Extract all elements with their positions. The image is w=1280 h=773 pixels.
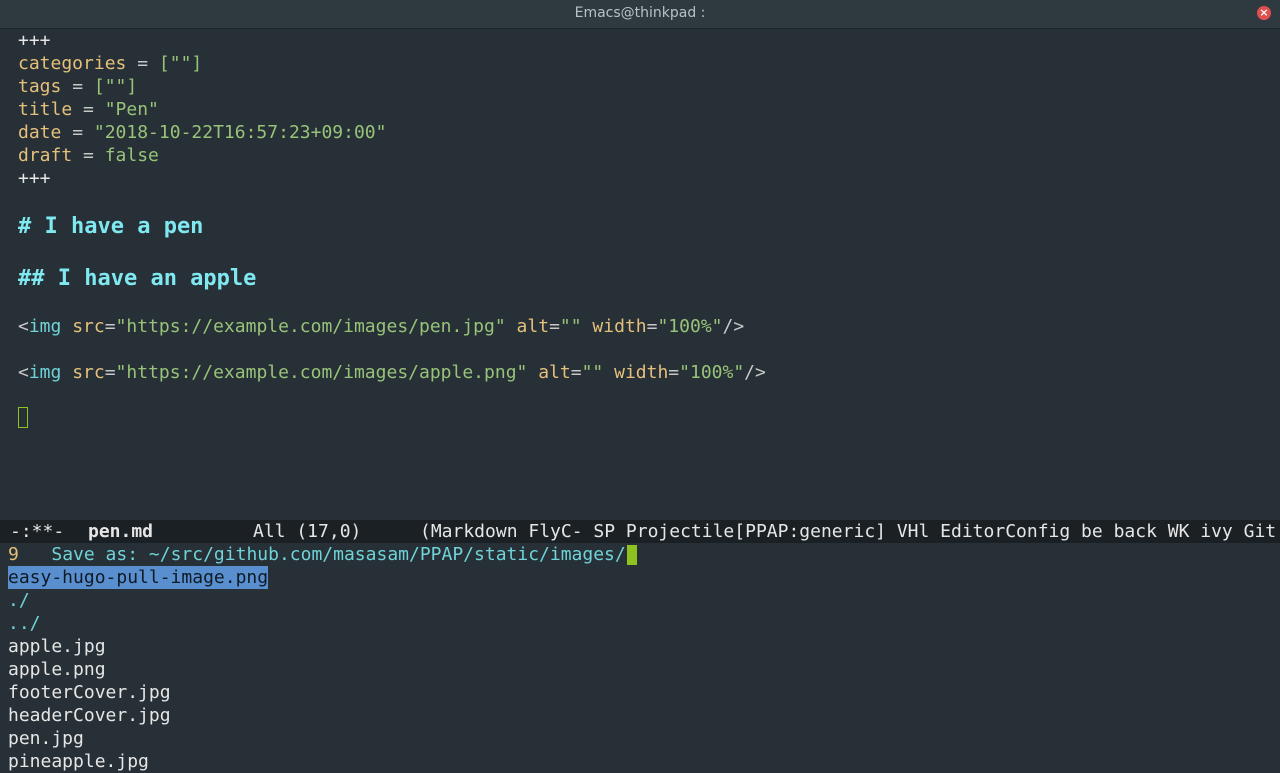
attr-name: alt bbox=[505, 316, 550, 337]
front-matter-key: categories bbox=[18, 53, 127, 74]
attr-name: alt bbox=[527, 362, 571, 383]
attr-eq: = bbox=[570, 362, 582, 383]
buffer-status: -:**- bbox=[10, 521, 65, 542]
text-cursor bbox=[18, 407, 28, 428]
markdown-heading-2: ## I have an apple bbox=[18, 266, 257, 291]
attr-eq: = bbox=[104, 362, 116, 383]
front-matter-line: tags = [""] bbox=[18, 75, 137, 98]
front-matter-key: title bbox=[18, 99, 73, 120]
completion-candidate-dir[interactable]: ./ bbox=[8, 589, 30, 612]
completion-candidate[interactable]: pineapple.jpg bbox=[8, 750, 149, 773]
front-matter-key: tags bbox=[18, 76, 62, 97]
front-matter-value: "Pen" bbox=[104, 99, 159, 120]
tag-close: /> bbox=[744, 362, 766, 383]
front-matter-value: false bbox=[104, 145, 159, 166]
minibuffer-prompt: Save as: bbox=[51, 544, 149, 565]
attr-eq: = bbox=[549, 316, 560, 337]
completion-candidate-dir[interactable]: ../ bbox=[8, 612, 41, 635]
tag-close: /> bbox=[722, 316, 745, 337]
front-matter-op: = bbox=[126, 53, 159, 74]
front-matter-key: date bbox=[18, 122, 62, 143]
mode-line[interactable]: -:**- pen.md All (17,0) (Markdown FlyC- … bbox=[0, 520, 1280, 543]
front-matter-key: draft bbox=[18, 145, 73, 166]
minibuffer[interactable]: 9 Save as: ~/src/github.com/masasam/PPAP… bbox=[8, 543, 1272, 566]
attr-eq: = bbox=[646, 316, 658, 337]
attr-value: "100%" bbox=[679, 362, 745, 383]
attr-value: "https://example.com/images/pen.jpg" bbox=[115, 316, 506, 337]
active-modes[interactable]: (Markdown FlyC- SP Projectile[PPAP:gener… bbox=[420, 520, 1276, 543]
front-matter-line: title = "Pen" bbox=[18, 98, 159, 121]
window-title: Emacs@thinkpad : bbox=[574, 5, 706, 21]
attr-eq: = bbox=[104, 316, 116, 337]
close-icon[interactable]: × bbox=[1257, 6, 1271, 20]
front-matter-line: date = "2018-10-22T16:57:23+09:00" bbox=[18, 121, 386, 144]
minibuffer-cursor bbox=[626, 545, 637, 565]
attr-name: width bbox=[603, 362, 669, 383]
tag-open: < bbox=[18, 316, 29, 337]
attr-value: "" bbox=[559, 316, 582, 337]
front-matter-op: = bbox=[61, 76, 94, 97]
attr-eq: = bbox=[668, 362, 680, 383]
completion-candidate[interactable]: pen.jpg bbox=[8, 727, 84, 750]
markdown-heading-1: # I have a pen bbox=[18, 214, 204, 239]
attr-name: src bbox=[61, 316, 105, 337]
front-matter-delimiter: +++ bbox=[18, 30, 51, 51]
front-matter-op: = bbox=[61, 122, 94, 143]
buffer-position: All (17,0) bbox=[253, 521, 362, 542]
title-bar[interactable]: Emacs@thinkpad : × bbox=[0, 0, 1280, 29]
front-matter-line: categories = [""] bbox=[18, 52, 202, 75]
front-matter-value: "2018-10-22T16:57:23+09:00" bbox=[93, 122, 387, 143]
front-matter-value: [""] bbox=[158, 53, 203, 74]
completion-candidate[interactable]: apple.png bbox=[8, 658, 106, 681]
completion-candidate[interactable]: footerCover.jpg bbox=[8, 681, 171, 704]
front-matter-value: [""] bbox=[93, 76, 138, 97]
front-matter-delimiter: +++ bbox=[18, 168, 51, 189]
front-matter-line: draft = false bbox=[18, 144, 159, 167]
attr-value: "100%" bbox=[657, 316, 723, 337]
completion-candidate[interactable]: headerCover.jpg bbox=[8, 704, 171, 727]
candidate-count: 9 bbox=[8, 544, 19, 565]
attr-value: "" bbox=[581, 362, 604, 383]
img-tag-line: <img src="https://example.com/images/app… bbox=[18, 361, 766, 384]
completion-candidate-selected[interactable]: easy-hugo-pull-image.png bbox=[8, 566, 269, 589]
emacs-window: Emacs@thinkpad : × +++ categories = [""]… bbox=[0, 0, 1280, 773]
attr-value: "https://example.com/images/apple.png" bbox=[115, 362, 528, 383]
completion-candidate[interactable]: apple.jpg bbox=[8, 635, 106, 658]
front-matter-op: = bbox=[72, 145, 105, 166]
attr-name: width bbox=[581, 316, 647, 337]
attr-name: src bbox=[61, 362, 105, 383]
img-tag-line: <img src="https://example.com/images/pen… bbox=[18, 315, 744, 338]
tag-open: < bbox=[18, 362, 29, 383]
minibuffer-input[interactable]: ~/src/github.com/masasam/PPAP/static/ima… bbox=[149, 544, 626, 565]
tag-name: img bbox=[28, 362, 62, 383]
tag-name: img bbox=[28, 316, 62, 337]
buffer-name[interactable]: pen.md bbox=[88, 520, 153, 543]
front-matter-op: = bbox=[72, 99, 105, 120]
